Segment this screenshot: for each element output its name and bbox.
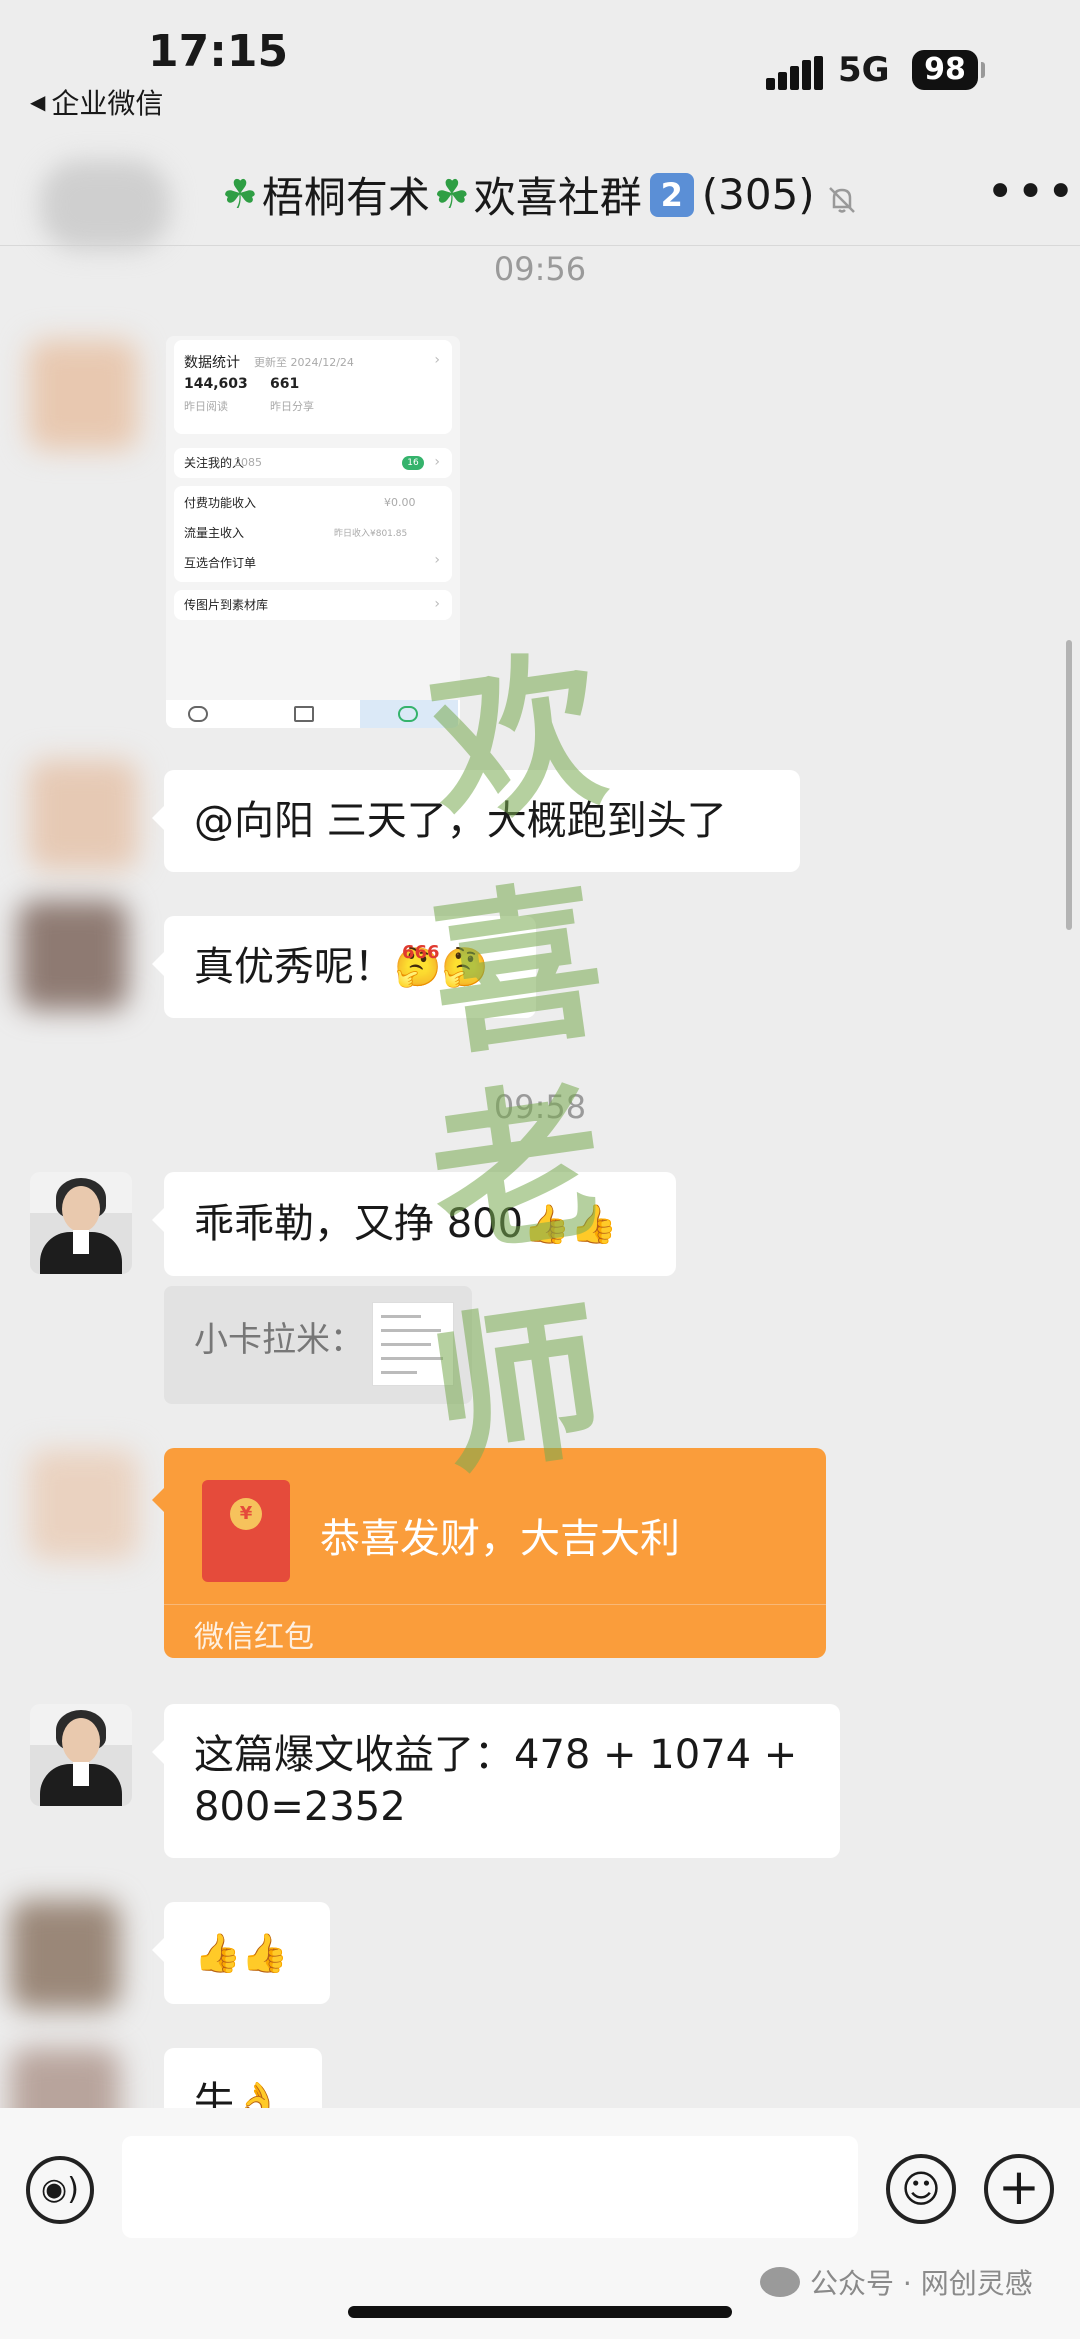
chat-title[interactable]: ☘ 梧桐有术 ☘ 欢喜社群 2 (305) — [218, 164, 859, 225]
followers-badge: 16 — [402, 456, 424, 470]
quote-text: 小卡拉米： — [194, 1320, 364, 1360]
message-text: 真优秀呢！ — [194, 944, 394, 990]
wechat-logo-icon — [760, 2267, 800, 2297]
group-number-badge: 2 — [649, 172, 694, 217]
red-packet-label: 微信红包 — [194, 1620, 314, 1655]
paid-value: ¥0.00 — [384, 496, 416, 509]
shares-value: 661 — [270, 376, 300, 392]
avatar[interactable] — [28, 760, 138, 870]
shares-label: 昨日分享 — [270, 400, 314, 413]
screenshot-image-message[interactable]: 数据统计 更新至 2024/12/24 › 144,603 昨日阅读 661 昨… — [166, 336, 460, 728]
red-packet-icon: ¥ — [202, 1480, 290, 1582]
title-prefix: 梧桐有术 — [261, 173, 430, 222]
source-watermark: 公众号 · 网创灵感 — [760, 2262, 1033, 2302]
message-input[interactable] — [122, 2136, 858, 2238]
title-middle: 欢喜社群 — [473, 173, 642, 222]
chevron-right-icon: › — [434, 352, 440, 368]
battery-tip — [981, 62, 985, 78]
followers-count: 2085 — [234, 456, 262, 469]
traffic-label: 流量主收入 — [184, 526, 245, 540]
clover-icon: ☘ — [433, 171, 470, 218]
signal-icon — [766, 56, 824, 90]
mini-tabbar — [166, 700, 460, 728]
watermark-char: 师 — [419, 1279, 616, 1501]
doc-tab-icon — [294, 706, 314, 722]
upload-label: 传图片到素材库 — [184, 598, 269, 612]
battery-icon: 98 — [912, 50, 978, 90]
message-text-line2: 800=2352 — [194, 1784, 406, 1830]
mute-bell-icon — [825, 178, 859, 213]
chat-header: ☘ 梧桐有术 ☘ 欢喜社群 2 (305) ••• — [0, 150, 1080, 250]
avatar[interactable] — [30, 1704, 132, 1806]
traffic-value: 昨日收入¥801.85 — [334, 529, 408, 539]
message-text-line1: 这篇爆文收益了：478 + 1074 + — [194, 1732, 798, 1778]
back-app-label: 企业微信 — [51, 87, 164, 120]
chevron-right-icon: › — [434, 552, 440, 568]
avatar[interactable] — [28, 1450, 138, 1560]
stats-updated: 更新至 2024/12/24 — [254, 356, 354, 369]
more-options-icon[interactable]: ••• — [986, 168, 1077, 216]
avatar[interactable] — [30, 1172, 132, 1274]
chevron-right-icon: › — [434, 454, 440, 470]
message-bubble[interactable]: 这篇爆文收益了：478 + 1074 + 800=2352 — [152, 1704, 840, 1858]
chat-tab-icon — [188, 706, 208, 722]
user-tab-icon — [398, 706, 418, 722]
message-bubble[interactable]: 👍👍 — [152, 1902, 330, 2004]
cooperation-label: 互选合作订单 — [184, 556, 257, 570]
status-time: 17:15 — [148, 26, 289, 77]
back-triangle-icon: ◀ — [30, 90, 46, 114]
back-area-blurred[interactable] — [40, 160, 170, 250]
clover-icon: ☘ — [222, 171, 258, 218]
plus-button-icon[interactable]: + — [984, 2154, 1054, 2224]
reads-label: 昨日阅读 — [184, 400, 228, 413]
status-bar: 17:15 ◀ 企业微信 5G 98 — [0, 0, 1080, 120]
emoji-button-icon[interactable]: ☺ — [886, 2154, 956, 2224]
timestamp: 09:56 — [493, 250, 587, 288]
avatar[interactable] — [18, 900, 128, 1010]
reads-value: 144,603 — [184, 376, 248, 392]
input-bar: ◉) ☺ + — [0, 2108, 1080, 2339]
source-text: 公众号 · 网创灵感 — [810, 2267, 1033, 2300]
member-count: (305) — [701, 170, 815, 219]
avatar[interactable] — [10, 1900, 120, 2010]
red-packet-title: 恭喜发财，大吉大利 — [320, 1516, 680, 1562]
stats-title: 数据统计 — [184, 355, 240, 371]
thumbs-up-emoji-icon: 👍👍 — [194, 1931, 289, 1975]
avatar[interactable] — [28, 340, 138, 450]
paid-label: 付费功能收入 — [184, 496, 257, 510]
voice-input-icon[interactable]: ◉) — [26, 2156, 94, 2224]
scrollbar[interactable] — [1066, 640, 1072, 930]
network-type: 5G — [838, 50, 890, 90]
chevron-right-icon: › — [434, 596, 440, 612]
back-to-app-link[interactable]: ◀ 企业微信 — [30, 82, 163, 122]
home-indicator[interactable] — [348, 2306, 732, 2318]
